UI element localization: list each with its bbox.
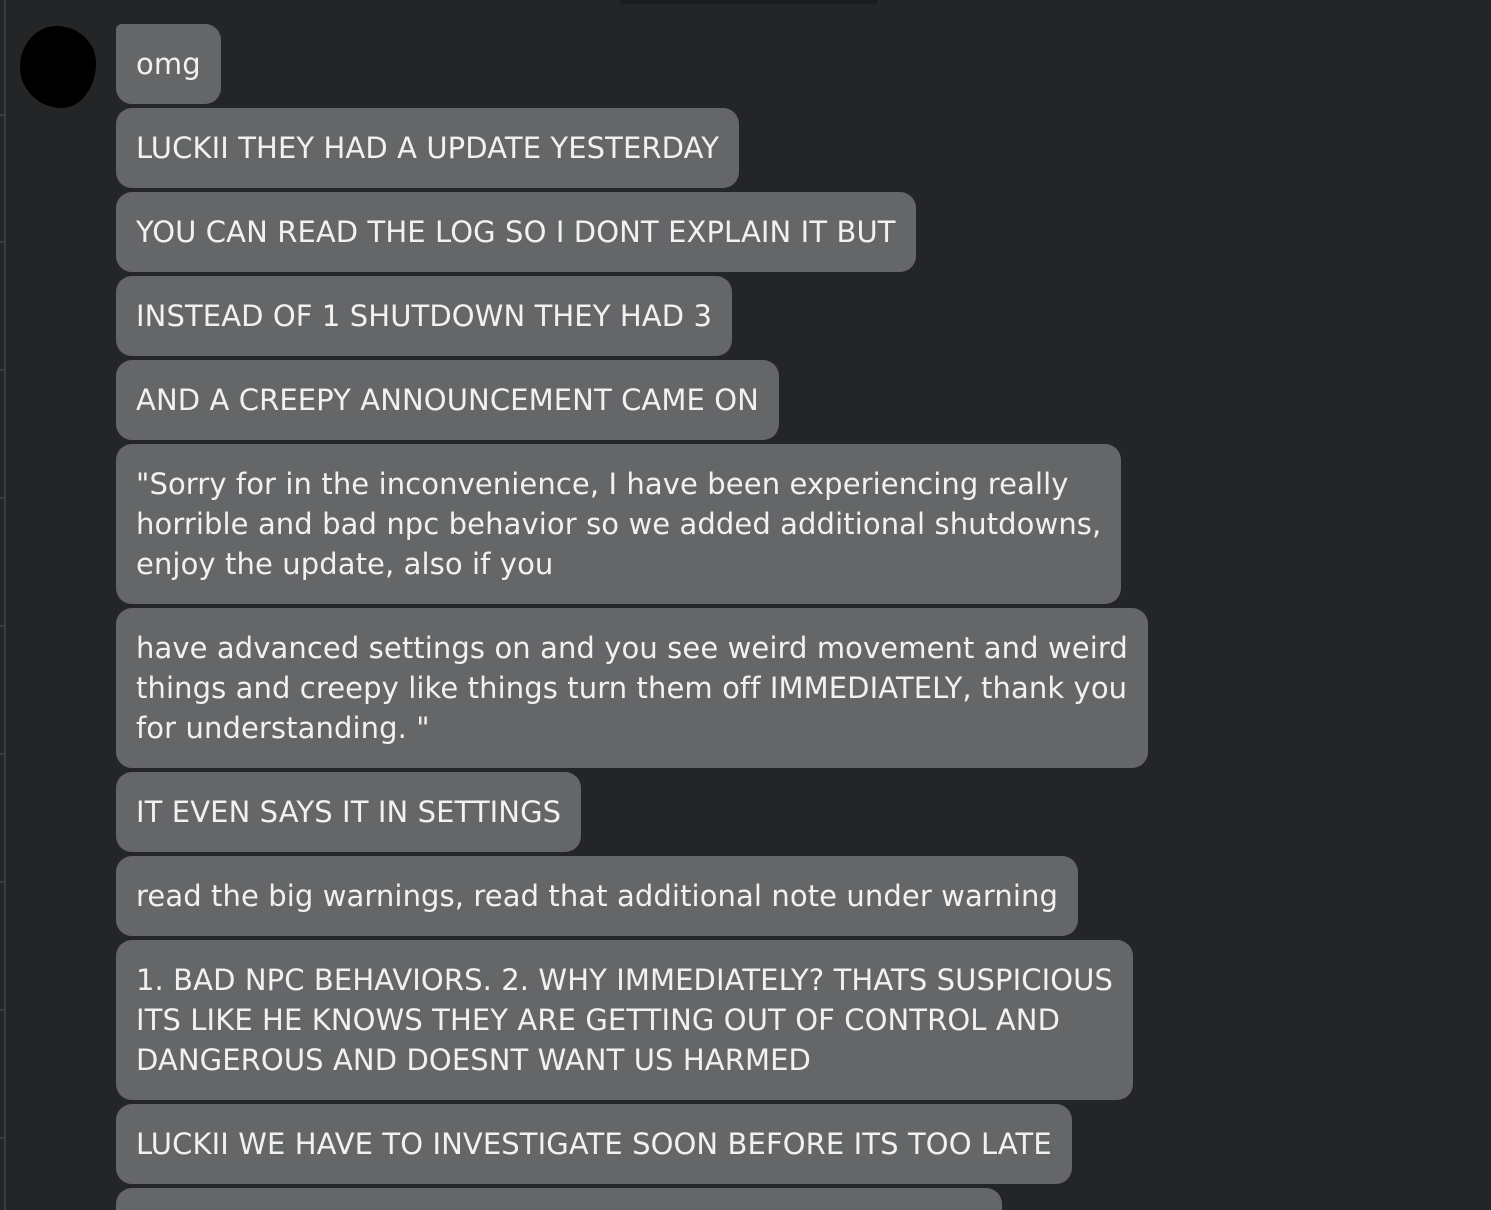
sender-avatar[interactable] bbox=[20, 26, 96, 108]
message-list: omg LUCKII THEY HAD A UPDATE YESTERDAY Y… bbox=[116, 24, 1216, 1210]
message-bubble[interactable]: INSTEAD OF 1 SHUTDOWN THEY HAD 3 bbox=[116, 276, 732, 356]
message-bubble[interactable]: YOU CAN READ THE LOG SO I DONT EXPLAIN I… bbox=[116, 192, 916, 272]
message-bubble[interactable]: 1. BAD NPC BEHAVIORS. 2. WHY IMMEDIATELY… bbox=[116, 940, 1133, 1100]
message-bubble[interactable]: LUCKII THEY HAD A UPDATE YESTERDAY bbox=[116, 108, 740, 188]
rail-tick bbox=[0, 241, 6, 243]
rail-tick bbox=[0, 1137, 6, 1139]
message-bubble[interactable]: read the big warnings, read that additio… bbox=[116, 856, 1079, 936]
rail-tick bbox=[0, 1009, 6, 1011]
message-bubble[interactable]: IT EVEN SAYS IT IN SETTINGS bbox=[116, 772, 582, 852]
rail-tick bbox=[0, 114, 6, 116]
chat-screen: omg LUCKII THEY HAD A UPDATE YESTERDAY Y… bbox=[0, 0, 1491, 1210]
rail-tick bbox=[0, 753, 6, 755]
message-bubble[interactable]: "Sorry for in the inconvenience, I have … bbox=[116, 444, 1122, 604]
top-drag-handle[interactable] bbox=[620, 0, 878, 4]
rail-tick bbox=[0, 497, 6, 499]
message-bubble[interactable]: have advanced settings on and you see we… bbox=[116, 608, 1148, 768]
message-bubble[interactable]: AND A CREEPY ANNOUNCEMENT CAME ON bbox=[116, 360, 779, 440]
message-bubble[interactable]: omg bbox=[116, 24, 221, 104]
rail-tick bbox=[0, 369, 6, 371]
left-thread-rail bbox=[0, 0, 6, 1210]
rail-tick bbox=[0, 881, 6, 883]
message-bubble-cut-off[interactable] bbox=[116, 1188, 1002, 1210]
message-bubble[interactable]: LUCKII WE HAVE TO INVESTIGATE SOON BEFOR… bbox=[116, 1104, 1072, 1184]
rail-tick bbox=[0, 625, 6, 627]
